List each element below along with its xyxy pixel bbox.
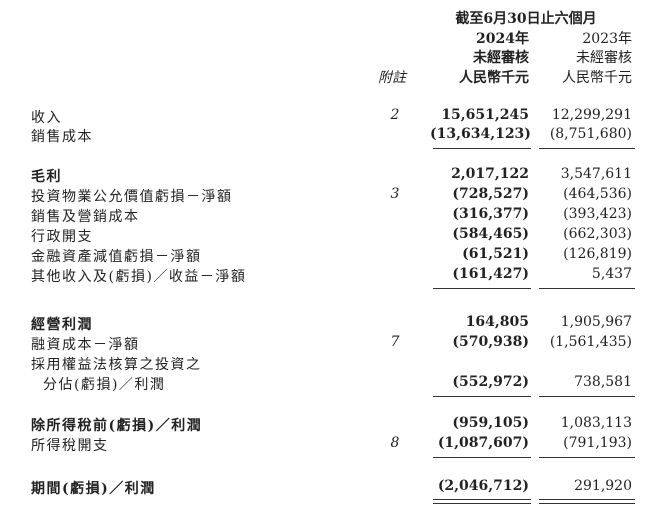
- value-2024: (161,427): [452, 266, 529, 282]
- value-2024: 15,651,245: [441, 107, 529, 123]
- note-header: 附註: [378, 70, 406, 86]
- subtotal-rule: [433, 457, 531, 458]
- table-row: 期間(虧損)／利潤 (2,046,712) 291,920: [0, 478, 660, 498]
- row-note: 2: [390, 107, 400, 123]
- value-2023: (662,303): [563, 226, 632, 242]
- value-2024: (1,087,607): [437, 435, 529, 451]
- value-2024: (2,046,712): [437, 478, 529, 494]
- subtotal-rule: [539, 288, 635, 289]
- table-row: 銷售成本 (13,634,123) (8,751,680): [0, 126, 660, 146]
- value-2024: 164,805: [465, 314, 529, 330]
- value-2023: 291,920: [574, 478, 632, 494]
- value-2024: (570,938): [452, 334, 529, 350]
- row-label: 投資物業公允價值虧損－淨額: [31, 189, 233, 205]
- table-row: 採用權益法核算之投資之: [0, 354, 660, 374]
- value-2024: (316,377): [452, 206, 529, 222]
- row-label: 融資成本－淨額: [31, 337, 140, 353]
- row-label: 行政開支: [31, 229, 93, 245]
- value-2023: (1,561,435): [549, 334, 632, 350]
- unit-2023-header: 人民幣千元: [562, 70, 632, 86]
- row-label: 採用權益法核算之投資之: [31, 357, 202, 373]
- value-2023: (791,193): [563, 435, 632, 451]
- row-label: 除所得稅前(虧損)／利潤: [31, 418, 203, 434]
- subtotal-rule: [433, 396, 531, 397]
- table-row: 其他收入及(虧損)／收益－淨額 (161,427) 5,437: [0, 266, 660, 286]
- audit-2024-header: 未經審核: [473, 50, 529, 66]
- subtotal-rule: [539, 457, 635, 458]
- value-2023: 738,581: [574, 374, 632, 390]
- value-2023: 3,547,611: [560, 166, 632, 182]
- value-2023: 5,437: [591, 266, 632, 282]
- value-2023: (393,423): [563, 206, 632, 222]
- subtotal-rule: [433, 148, 531, 149]
- audit-2023-header: 未經審核: [576, 50, 632, 66]
- table-row: 銷售及營銷成本 (316,377) (393,423): [0, 206, 660, 226]
- table-row: 毛利 2,017,122 3,547,611: [0, 166, 660, 186]
- period-header: 截至6月30日止六個月: [455, 11, 597, 27]
- row-label: 期間(虧損)／利潤: [31, 481, 156, 497]
- total-double-rule: [539, 499, 635, 504]
- year-2023-header: 2023年: [582, 31, 632, 47]
- table-row: 除所得稅前(虧損)／利潤 (959,105) 1,083,113: [0, 415, 660, 435]
- total-double-rule: [433, 499, 531, 504]
- row-label: 所得稅開支: [31, 438, 109, 454]
- row-label: 其他收入及(虧損)／收益－淨額: [31, 269, 247, 285]
- table-row: 金融資產減值虧損－淨額 (61,521) (126,819): [0, 246, 660, 266]
- row-label: 收入: [31, 110, 62, 126]
- subtotal-rule: [539, 148, 635, 149]
- row-label: 銷售成本: [31, 129, 93, 145]
- row-label: 分佔(虧損)／利潤: [43, 377, 166, 393]
- row-note: 8: [390, 435, 400, 451]
- value-2023: (8,751,680): [549, 126, 632, 142]
- row-label: 毛利: [31, 169, 62, 185]
- value-2023: (464,536): [563, 186, 632, 202]
- unit-2024-header: 人民幣千元: [459, 70, 529, 86]
- row-label: 銷售及營銷成本: [31, 209, 140, 225]
- table-row: 融資成本－淨額 7 (570,938) (1,561,435): [0, 334, 660, 354]
- table-row: 行政開支 (584,465) (662,303): [0, 226, 660, 246]
- value-2024: (584,465): [452, 226, 529, 242]
- value-2024: 2,017,122: [451, 166, 529, 182]
- value-2023: 12,299,291: [551, 107, 632, 123]
- row-note: 7: [390, 334, 400, 350]
- table-row: 所得稅開支 8 (1,087,607) (791,193): [0, 435, 660, 455]
- value-2023: (126,819): [563, 246, 632, 262]
- value-2023: 1,083,113: [560, 415, 632, 431]
- value-2024: (959,105): [452, 415, 529, 431]
- value-2024: (728,527): [452, 186, 529, 202]
- value-2024: (13,634,123): [430, 126, 531, 142]
- row-note: 3: [390, 186, 400, 202]
- table-row: 收入 2 15,651,245 12,299,291: [0, 107, 660, 127]
- value-2024: (552,972): [452, 374, 529, 390]
- subtotal-rule: [433, 288, 531, 289]
- subtotal-rule: [539, 396, 635, 397]
- year-2024-header: 2024年: [476, 31, 529, 47]
- table-row: 經營利潤 164,805 1,905,967: [0, 314, 660, 334]
- row-label: 金融資產減值虧損－淨額: [31, 249, 202, 265]
- value-2023: 1,905,967: [560, 314, 632, 330]
- table-row: 投資物業公允價值虧損－淨額 3 (728,527) (464,536): [0, 186, 660, 206]
- table-row: 分佔(虧損)／利潤 (552,972) 738,581: [0, 374, 660, 394]
- value-2024: (61,521): [462, 246, 529, 262]
- row-label: 經營利潤: [31, 317, 93, 333]
